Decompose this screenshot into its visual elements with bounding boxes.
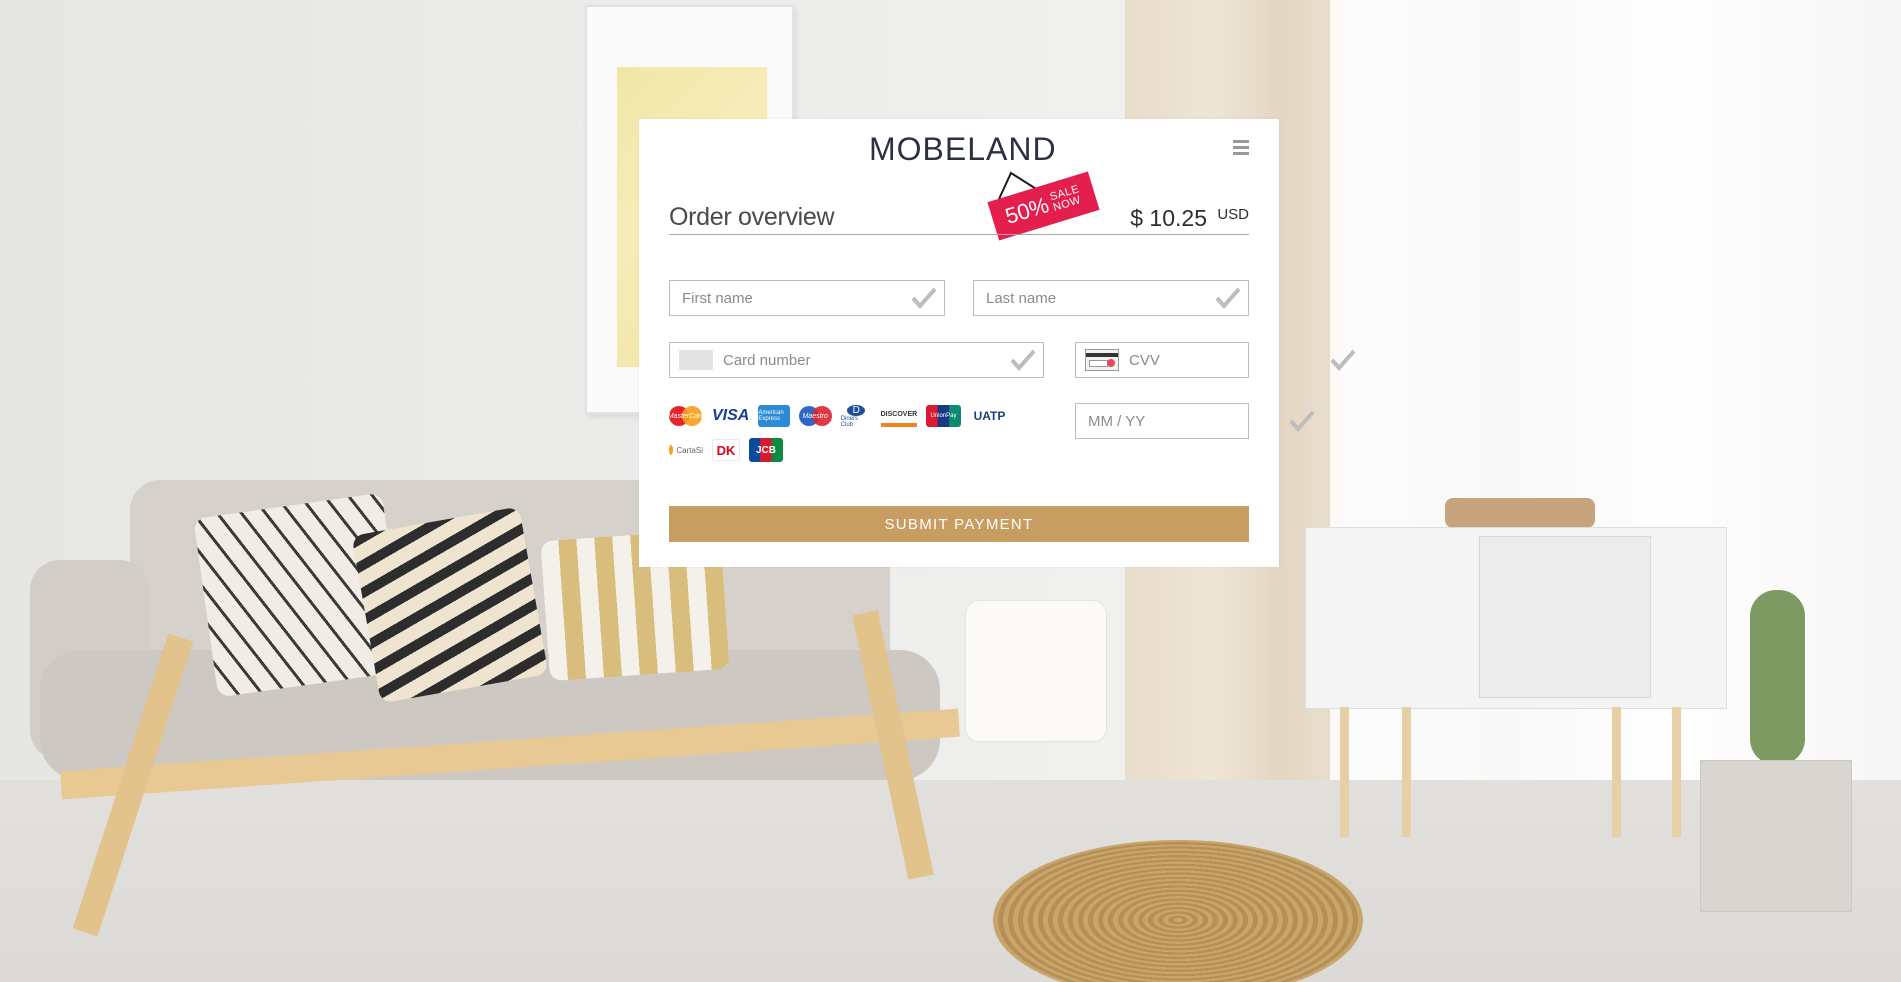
uatp-logo-icon: UATP — [973, 409, 1006, 423]
submit-payment-button[interactable]: SUBMIT PAYMENT — [669, 506, 1249, 542]
check-icon — [1330, 349, 1356, 372]
check-icon — [1289, 410, 1315, 433]
cvv-field — [1075, 342, 1356, 378]
expiry-field — [1075, 403, 1315, 439]
accepted-cards: MasterCard VISA American Express Maestro… — [668, 404, 1009, 472]
first-name-input[interactable] — [670, 281, 909, 315]
discover-logo-icon: DISCOVER — [881, 405, 917, 427]
cabinet-leg — [1612, 707, 1621, 837]
order-overview: Order overview $ 10.25 USD — [669, 199, 1249, 235]
jcb-logo-icon: JCB — [749, 438, 783, 462]
expiry-input[interactable] — [1076, 404, 1287, 438]
cabinet-leg — [1340, 707, 1349, 837]
payment-card: MOBELAND 50% SALE NOW Order overview $ 1… — [639, 119, 1356, 567]
check-icon — [911, 287, 937, 310]
hamburger-menu-icon[interactable] — [1233, 140, 1249, 156]
pillow — [351, 506, 549, 704]
wood-slices — [1445, 498, 1595, 528]
card-number-field — [669, 342, 1044, 378]
credit-card-icon — [679, 350, 713, 370]
concrete-planter — [1700, 760, 1852, 912]
check-icon — [1010, 349, 1036, 372]
unionpay-logo-icon: UnionPay — [925, 405, 961, 427]
white-cabinet — [1305, 527, 1727, 709]
check-icon — [1215, 287, 1241, 310]
dankort-logo-icon: DK — [712, 439, 740, 461]
amex-logo-icon: American Express — [758, 405, 790, 427]
cabinet-leg — [1672, 707, 1681, 837]
brand-name: MOBELAND — [869, 131, 1057, 167]
visa-logo-icon: VISA — [712, 407, 750, 424]
cactus — [1750, 590, 1805, 765]
diners-club-logo-icon: D Diners Club — [841, 404, 872, 428]
mastercard-logo-icon: MasterCard — [668, 405, 704, 427]
card-number-input[interactable] — [713, 343, 1008, 377]
last-name-field — [973, 280, 1249, 316]
side-table — [965, 600, 1107, 742]
maestro-logo-icon: Maestro — [798, 405, 832, 427]
order-amount: $ 10.25 — [1130, 205, 1207, 231]
first-name-field — [669, 280, 945, 316]
cartasi-logo-icon: CartaSi — [669, 439, 703, 461]
cvv-input[interactable] — [1119, 343, 1328, 377]
order-currency: USD — [1217, 206, 1249, 223]
last-name-input[interactable] — [974, 281, 1213, 315]
order-title: Order overview — [669, 203, 835, 231]
card-back-icon — [1085, 349, 1119, 371]
cabinet-leg — [1402, 707, 1411, 837]
